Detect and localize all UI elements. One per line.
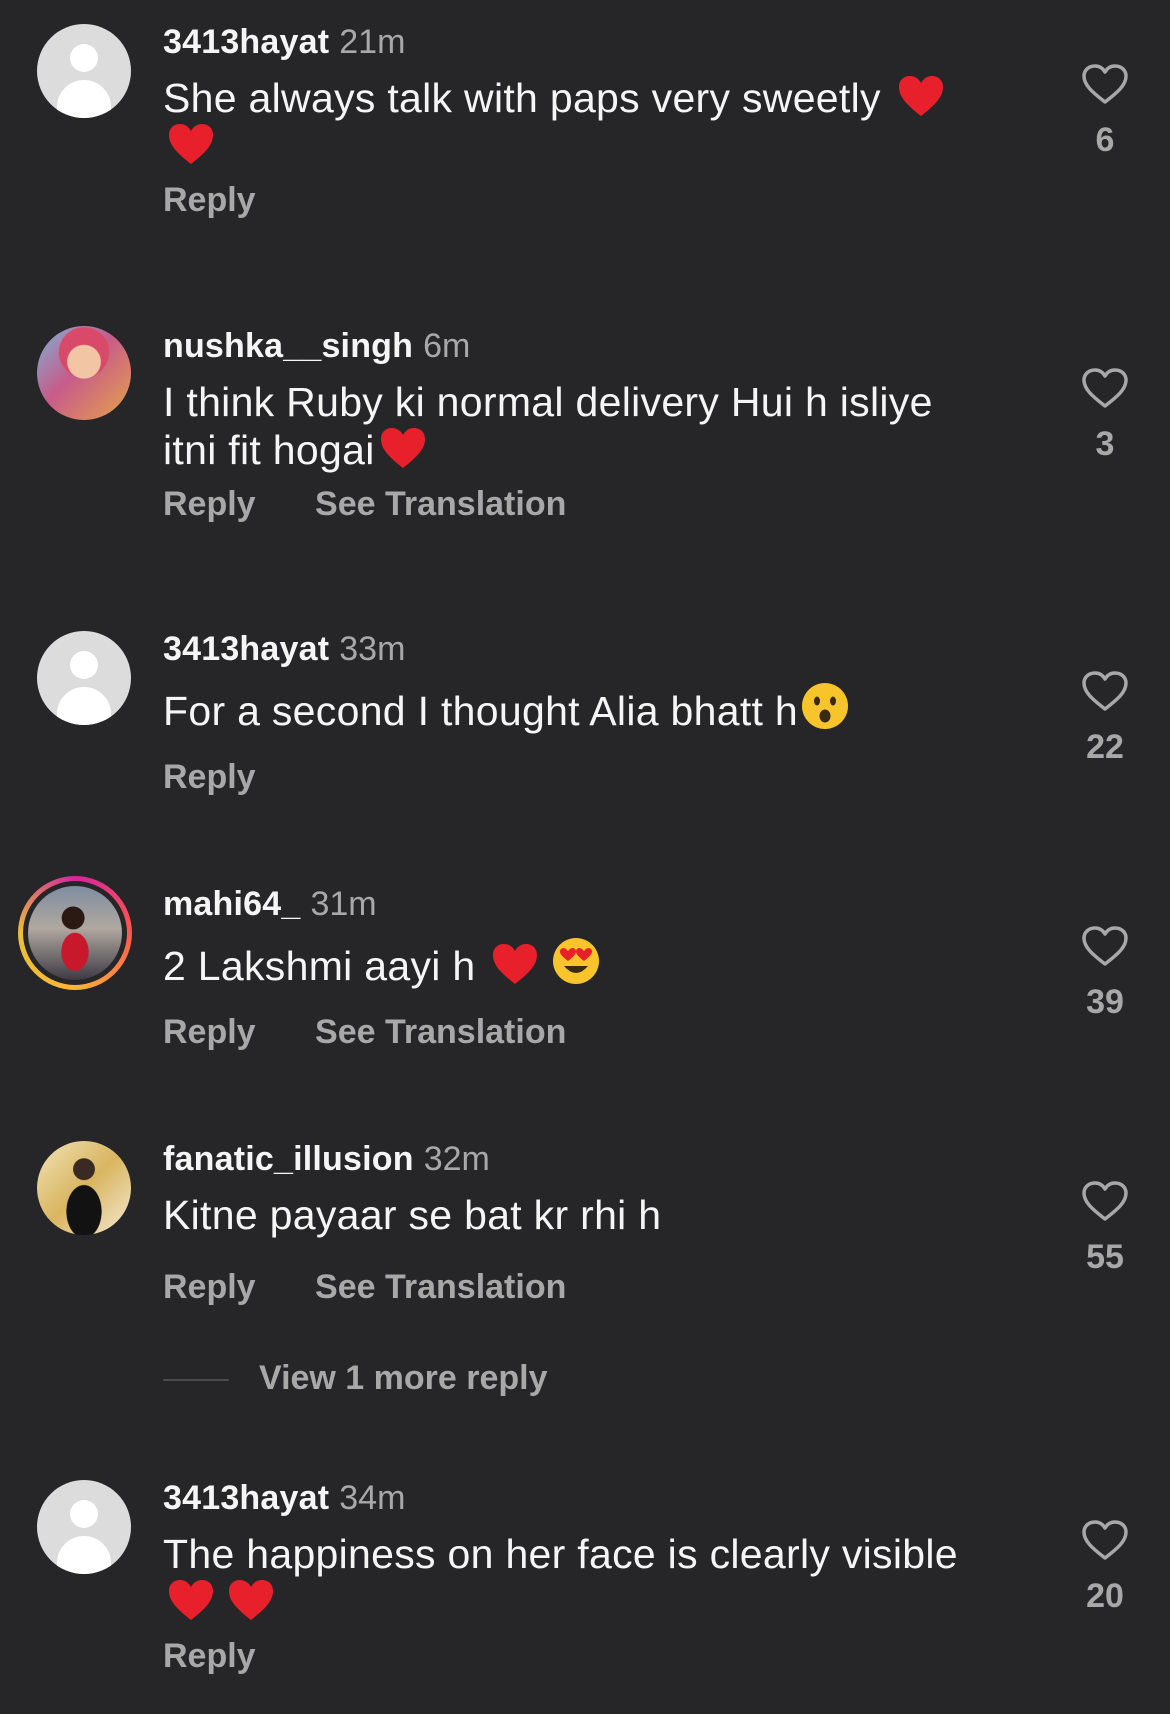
comment-text: The happiness on her face is clearly vis…	[163, 1530, 1023, 1626]
comment-text: I think Ruby ki normal delivery Hui h is…	[163, 379, 933, 473]
timestamp: 6m	[423, 327, 471, 365]
comment-header: nushka__singh 6m	[163, 326, 470, 366]
like-control: 6	[1060, 62, 1150, 160]
reply-button[interactable]: Reply	[163, 485, 256, 523]
like-control: 55	[1060, 1179, 1150, 1277]
avatar[interactable]	[37, 24, 131, 118]
red-heart-emoji	[167, 122, 215, 166]
see-translation-button[interactable]: See Translation	[315, 485, 566, 523]
avatar[interactable]	[37, 326, 131, 420]
like-control: 39	[1060, 924, 1150, 1022]
default-avatar-icon	[70, 44, 98, 72]
default-avatar-icon	[70, 1500, 98, 1528]
like-count: 39	[1086, 983, 1124, 1021]
heart-outline-icon[interactable]	[1080, 924, 1130, 968]
heart-outline-icon[interactable]	[1080, 1518, 1130, 1562]
heart-eyes-emoji	[551, 936, 601, 996]
comment-text: Kitne payaar se bat kr rhi h	[163, 1192, 662, 1238]
username[interactable]: nushka__singh	[163, 327, 413, 365]
red-heart-emoji	[227, 1578, 275, 1622]
avatar[interactable]	[37, 1480, 131, 1574]
comment-text: She always talk with paps very sweetly	[163, 74, 1023, 170]
reply-button[interactable]: Reply	[163, 1013, 256, 1051]
comment-header: 3413hayat 21m	[163, 22, 405, 62]
comment-actions: Reply	[163, 1636, 306, 1676]
red-heart-emoji	[897, 74, 945, 118]
view-more-replies-button[interactable]: View 1 more reply	[163, 1358, 548, 1398]
like-count: 55	[1086, 1238, 1124, 1276]
username[interactable]: 3413hayat	[163, 630, 329, 668]
like-control: 3	[1060, 366, 1150, 464]
timestamp: 33m	[339, 630, 406, 668]
comment-text: 2 Lakshmi aayi h	[163, 936, 1023, 996]
comments-list: 3413hayat 21m She always talk with paps v…	[0, 0, 1170, 1714]
see-translation-button[interactable]: See Translation	[315, 1268, 566, 1306]
reply-button[interactable]: Reply	[163, 1637, 256, 1675]
red-heart-emoji	[491, 942, 539, 986]
heart-outline-icon[interactable]	[1080, 366, 1130, 410]
heart-outline-icon[interactable]	[1080, 669, 1130, 713]
username[interactable]: fanatic_illusion	[163, 1140, 414, 1178]
username[interactable]: 3413hayat	[163, 1479, 329, 1517]
like-control: 22	[1060, 669, 1150, 767]
reply-button[interactable]: Reply	[163, 1268, 256, 1306]
red-heart-emoji	[379, 426, 427, 470]
like-count: 20	[1086, 1577, 1124, 1615]
reply-button[interactable]: Reply	[163, 758, 256, 796]
like-count: 22	[1086, 728, 1124, 766]
comment-header: 3413hayat 34m	[163, 1478, 405, 1518]
avatar	[28, 886, 122, 980]
like-control: 20	[1060, 1518, 1150, 1616]
comment-actions: Reply	[163, 757, 306, 797]
comment-text: For a second I thought Alia bhatt h	[163, 681, 1023, 741]
timestamp: 32m	[423, 1140, 490, 1178]
timestamp: 31m	[310, 885, 377, 923]
comment-actions: Reply See Translation	[163, 1012, 616, 1052]
comment-header: fanatic_illusion 32m	[163, 1139, 490, 1179]
divider	[163, 1379, 229, 1382]
red-heart-emoji	[167, 1578, 215, 1622]
timestamp: 21m	[339, 23, 406, 61]
comment-actions: Reply See Translation	[163, 484, 616, 524]
avatar-story-ring[interactable]	[18, 876, 132, 990]
heart-outline-icon[interactable]	[1080, 62, 1130, 106]
default-avatar-icon	[70, 651, 98, 679]
username[interactable]: 3413hayat	[163, 23, 329, 61]
avatar[interactable]	[37, 631, 131, 725]
comment-header: mahi64_ 31m	[163, 884, 377, 924]
hushed-face-emoji	[800, 681, 850, 741]
like-count: 6	[1095, 121, 1115, 159]
username[interactable]: mahi64_	[163, 885, 300, 923]
comment-actions: Reply	[163, 180, 306, 220]
comment-header: 3413hayat 33m	[163, 629, 405, 669]
comment-actions: Reply See Translation	[163, 1267, 616, 1307]
timestamp: 34m	[339, 1479, 406, 1517]
like-count: 3	[1095, 425, 1115, 463]
avatar[interactable]	[37, 1141, 131, 1235]
see-translation-button[interactable]: See Translation	[315, 1013, 566, 1051]
reply-button[interactable]: Reply	[163, 181, 256, 219]
heart-outline-icon[interactable]	[1080, 1179, 1130, 1223]
